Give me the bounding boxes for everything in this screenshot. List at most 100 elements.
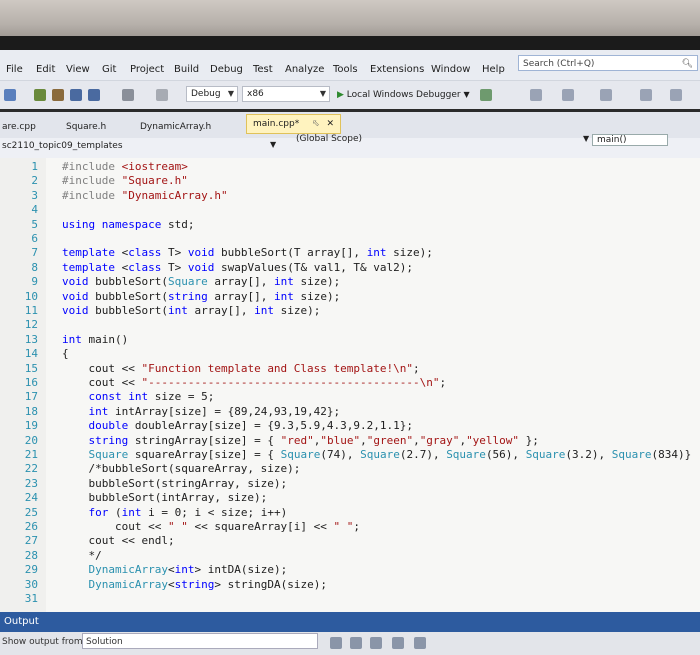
code-text: #include <iostream>	[62, 160, 188, 173]
toolbar-icon[interactable]	[600, 89, 612, 101]
toolbar-icon[interactable]	[670, 89, 682, 101]
tab-square-h[interactable]: Square.h	[66, 118, 106, 136]
code-text: template <class T> void swapValues(T& va…	[62, 260, 414, 274]
save-all-icon[interactable]	[88, 89, 100, 101]
code-text: string stringArray[size] = { "red","blue…	[88, 433, 539, 447]
code-text: bubbleSort(intArray, size);	[62, 491, 268, 505]
menu-build[interactable]: Build	[174, 64, 199, 76]
menu-edit[interactable]: Edit	[36, 64, 55, 76]
toolbar-icon[interactable]	[640, 89, 652, 101]
code-text: const int size = 5;	[88, 390, 215, 404]
run-label: Local Windows Debugger	[346, 90, 461, 100]
configuration-select[interactable]: Debug ▼	[186, 86, 238, 102]
menu-analyze[interactable]: Analyze	[285, 64, 324, 76]
menu-extensions[interactable]: Extensions	[370, 64, 424, 76]
menu-file[interactable]: File	[6, 64, 23, 76]
code-text: cout << "-------------------------------…	[62, 376, 447, 389]
platform-select[interactable]: x86 ▼	[242, 86, 330, 102]
code-text: double doubleArray[size] = {9.3,5.9,4.3,…	[88, 419, 414, 433]
search-icon: 🔍︎	[681, 59, 693, 69]
background-ceiling	[0, 0, 700, 40]
code-text: int main()	[62, 332, 129, 346]
save-icon[interactable]	[70, 89, 82, 101]
find-icon[interactable]	[330, 637, 342, 649]
chevron-down-icon[interactable]: ▼	[270, 140, 276, 149]
line-number: 18	[24, 404, 38, 418]
project-dropdown[interactable]: sc2110_topic09_templates	[2, 141, 123, 151]
menu-git[interactable]: Git	[102, 64, 116, 76]
line-number: 13	[24, 332, 38, 346]
start-without-debugging-icon[interactable]	[480, 89, 492, 101]
configuration-value: Debug	[191, 89, 221, 99]
line-number: 17	[24, 390, 38, 404]
tab-label: main.cpp*	[253, 119, 300, 129]
undo-icon[interactable]	[122, 89, 134, 101]
output-source-select[interactable]: Solution	[82, 633, 318, 649]
go-to-next-icon[interactable]	[370, 637, 382, 649]
line-number: 25	[24, 505, 38, 519]
start-debugging-button[interactable]: ▶ Local Windows Debugger ▼	[337, 87, 470, 103]
code-text: #include "DynamicArray.h"	[62, 188, 228, 202]
code-text: DynamicArray<int> intDA(size);	[88, 563, 288, 577]
line-number: 15	[24, 361, 38, 375]
menu-view[interactable]: View	[66, 64, 90, 76]
code-text: #include "Square.h"	[62, 174, 188, 188]
menu-tools[interactable]: Tools	[333, 64, 358, 76]
line-number: 19	[24, 419, 38, 433]
menu-test[interactable]: Test	[253, 64, 273, 76]
scope-dropdown[interactable]: (Global Scope)	[296, 134, 362, 144]
code-text: {	[62, 347, 69, 361]
menu-window[interactable]: Window	[431, 64, 470, 76]
code-text: int intArray[size] = {89,24,93,19,42};	[88, 404, 341, 418]
line-number: 6	[31, 232, 38, 245]
chevron-down-icon: ▼	[319, 89, 326, 98]
code-editor[interactable]: 1 #include <iostream> 2 #include "Square.h"…	[0, 158, 700, 612]
code-text: DynamicArray<string> stringDA(size);	[88, 577, 327, 591]
line-number: 31	[24, 592, 38, 605]
line-number: 4	[31, 203, 38, 217]
code-text: cout << "Function template and Class tem…	[62, 361, 420, 375]
line-number: 23	[24, 476, 38, 490]
output-toolbar: Show output from: Solution	[0, 632, 700, 655]
line-number: 29	[24, 563, 38, 577]
toolbar-icon[interactable]	[562, 89, 574, 101]
line-number: 27	[24, 534, 38, 548]
line-number: 28	[24, 548, 38, 562]
tab-file[interactable]: are.cpp	[2, 118, 36, 136]
line-number: 20	[24, 433, 38, 447]
back-icon[interactable]	[4, 89, 16, 101]
code-text: /*bubbleSort(squareArray, size);	[62, 462, 301, 476]
toolbar: Debug ▼ x86 ▼ ▶ Local Windows Debugger ▼	[0, 80, 700, 109]
chevron-down-icon: ▼	[227, 89, 234, 98]
line-number: 24	[24, 491, 38, 505]
code-text: Square squareArray[size] = { Square(74),…	[88, 448, 692, 461]
line-number: 10	[24, 289, 38, 303]
search-input[interactable]: Search (Ctrl+Q) 🔍︎	[518, 55, 698, 71]
go-to-previous-icon[interactable]	[350, 637, 362, 649]
code-text: for (int i = 0; i < size; i++)	[88, 505, 288, 519]
open-icon[interactable]	[52, 89, 64, 101]
menu-project[interactable]: Project	[130, 64, 164, 76]
word-wrap-icon[interactable]	[414, 637, 426, 649]
line-number: 22	[24, 462, 38, 476]
chevron-down-icon: ▼	[463, 90, 470, 99]
code-text: using namespace std;	[62, 217, 195, 231]
close-icon[interactable]: ✕	[327, 119, 335, 129]
line-number: 12	[24, 318, 38, 332]
member-dropdown[interactable]: main()	[592, 134, 668, 146]
menu-help[interactable]: Help	[482, 64, 505, 76]
output-panel-header: Output	[0, 612, 700, 632]
chevron-down-icon[interactable]: ▼	[583, 134, 589, 143]
code-text: bubbleSort(stringArray, size);	[62, 476, 288, 490]
tab-dynamicarray-h[interactable]: DynamicArray.h	[140, 118, 211, 136]
clear-all-icon[interactable]	[392, 637, 404, 649]
output-source-value: Solution	[86, 637, 123, 647]
menu-debug[interactable]: Debug	[210, 64, 243, 76]
pin-icon[interactable]: ⬁	[312, 119, 320, 129]
hot-reload-icon[interactable]	[530, 89, 542, 101]
new-item-icon[interactable]	[34, 89, 46, 101]
tab-main-cpp[interactable]: main.cpp* ⬁ ✕	[246, 114, 342, 134]
redo-icon[interactable]	[156, 89, 168, 101]
monitor-bezel	[0, 36, 700, 50]
line-number: 2	[31, 174, 38, 188]
